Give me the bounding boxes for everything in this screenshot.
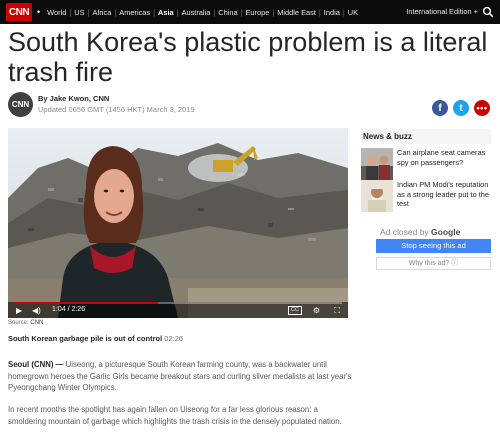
byline: By Jake Kwon, CNN <box>38 94 109 103</box>
edition-selector[interactable]: International Edition + <box>406 7 478 16</box>
nav-link-americas[interactable]: Americas <box>116 8 153 17</box>
byline-prefix: By <box>38 94 50 103</box>
updated-timestamp: Updated 0656 GMT (1456 HKT) March 3, 201… <box>38 105 195 114</box>
news-item[interactable]: Can airplane seat cameras spy on passeng… <box>361 148 496 181</box>
top-nav: CNN • World | US | Africa | Americas | Asia | Aust… <box>0 0 500 24</box>
nav-link-india[interactable]: India <box>321 8 343 17</box>
caption-title: South Korean garbage pile is out of cont… <box>8 334 163 343</box>
twitter-share-icon[interactable]: t <box>453 100 469 116</box>
more-share-icon[interactable]: ••• <box>474 100 490 116</box>
nav-links: World | US | Africa | Americas | Asia | Australia |… <box>44 8 361 17</box>
ad-closed-notice: Ad closed by Google <box>380 227 460 237</box>
settings-gear-icon[interactable]: ⚙ <box>313 306 320 315</box>
stop-seeing-ad-button[interactable]: Stop seeing this ad <box>376 239 491 253</box>
news-item-label: Can airplane seat cameras spy on passeng… <box>397 148 486 167</box>
nav-link-china[interactable]: China <box>215 8 240 17</box>
news-item[interactable]: Indian PM Modi's reputation as a strong … <box>361 180 496 213</box>
news-thumbnail <box>361 148 393 180</box>
nav-link-uk[interactable]: UK <box>345 8 361 17</box>
source-value: CNN <box>30 320 44 326</box>
video-source: Source: CNN <box>8 320 43 326</box>
paragraph-1: Seoul (CNN) — Uiseong, a picturesque Sou… <box>8 359 356 394</box>
volume-icon[interactable]: ◀) <box>32 306 41 315</box>
search-icon[interactable] <box>482 6 494 18</box>
news-item-label: Indian PM Modi's reputation as a strong … <box>397 180 490 208</box>
video-caption[interactable]: South Korean garbage pile is out of cont… <box>8 334 183 343</box>
source-label: Source: <box>8 320 31 326</box>
facebook-share-icon[interactable]: f <box>432 100 448 116</box>
video-controls: ▶ ◀) 1:04 / 2:26 CC ⚙ ⛶ <box>8 302 348 318</box>
play-icon[interactable]: ▶ <box>16 306 22 315</box>
video-progress-bar[interactable] <box>14 302 342 304</box>
nav-link-world[interactable]: World <box>44 8 69 17</box>
nav-link-us[interactable]: US <box>71 8 87 17</box>
nav-link-australia[interactable]: Australia <box>179 8 214 17</box>
video-player[interactable]: ▶ ◀) 1:04 / 2:26 CC ⚙ ⛶ <box>8 128 348 318</box>
news-thumbnail <box>361 180 393 212</box>
author-link[interactable]: Jake Kwon <box>50 94 89 103</box>
cnn-logo[interactable]: CNN <box>6 3 32 21</box>
nav-link-asia[interactable]: Asia <box>155 8 177 17</box>
nav-link-middle-east[interactable]: Middle East <box>274 8 319 17</box>
byline-suffix: , CNN <box>88 94 110 103</box>
paragraph-2: In recent months the spotlight has again… <box>8 405 342 426</box>
closed-captions-button[interactable]: CC <box>288 306 302 315</box>
caption-duration: 02:26 <box>162 334 184 343</box>
author-avatar: CNN <box>8 92 33 117</box>
google-brand: Google <box>431 227 461 237</box>
article-headline: South Korea's plastic problem is a liter… <box>8 27 488 87</box>
ad-closed-prefix: Ad closed by <box>380 227 432 237</box>
video-progress-fill <box>14 302 159 304</box>
news-and-buzz-title: News & buzz <box>361 129 491 144</box>
fullscreen-icon[interactable]: ⛶ <box>334 306 340 316</box>
nav-link-africa[interactable]: Africa <box>89 8 114 17</box>
video-frame-image <box>8 128 348 318</box>
menu-bullet-icon[interactable]: • <box>37 7 40 17</box>
dateline: Seoul (CNN) — <box>8 360 64 369</box>
why-this-ad-link[interactable]: Why this ad? ⓘ <box>376 257 491 270</box>
video-timecode: 1:04 / 2:26 <box>52 306 86 313</box>
nav-link-europe[interactable]: Europe <box>242 8 272 17</box>
